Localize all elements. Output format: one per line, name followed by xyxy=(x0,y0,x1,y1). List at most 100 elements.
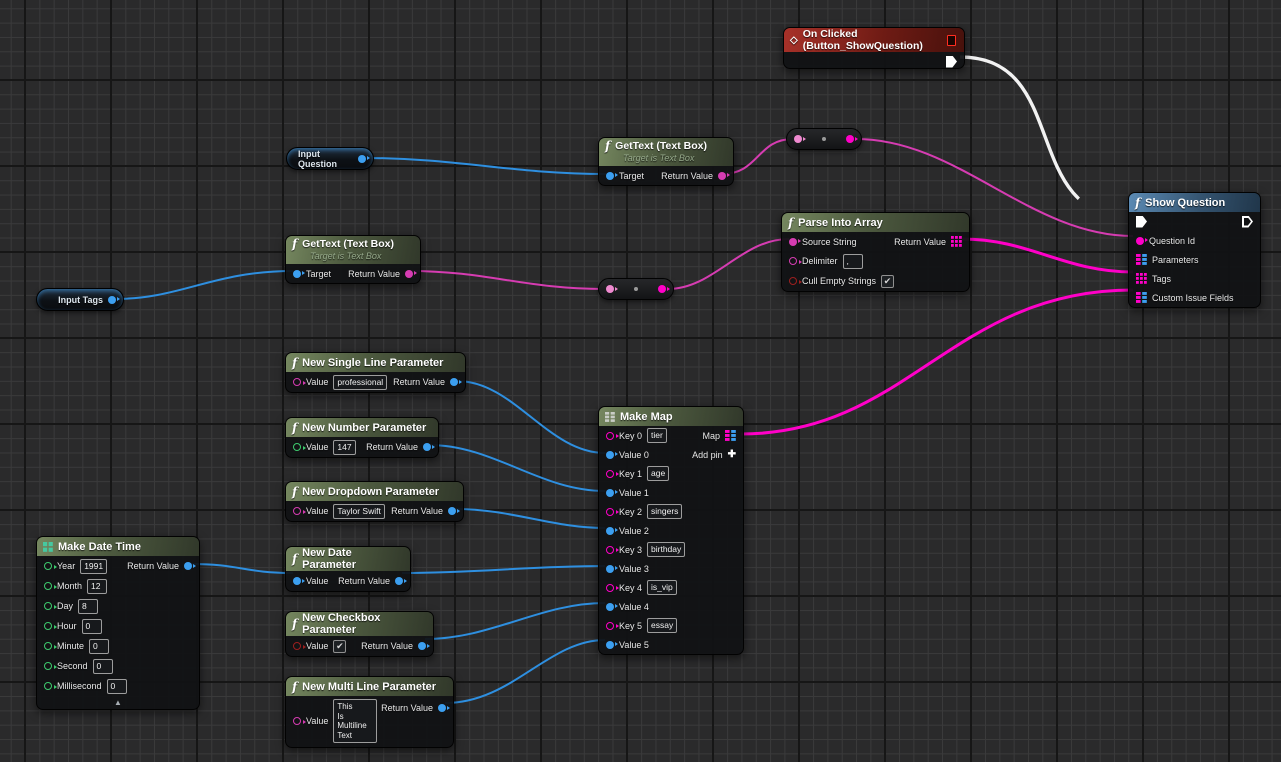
delegate-pin[interactable] xyxy=(947,35,956,46)
variable-output-pin[interactable] xyxy=(108,296,116,304)
cull-empty-strings-pin[interactable] xyxy=(789,277,797,285)
node-show-question[interactable]: f Show Question Question Id Parameters T… xyxy=(1128,192,1261,308)
hour-pin[interactable] xyxy=(44,622,52,630)
year-input[interactable]: 1991 xyxy=(80,559,107,574)
minute-pin[interactable] xyxy=(44,642,52,650)
value-pin[interactable] xyxy=(293,443,301,451)
value-input[interactable]: Taylor Swift xyxy=(333,504,384,519)
reroute-input-pin[interactable] xyxy=(606,285,614,293)
add-pin-button[interactable]: Add pin✚ xyxy=(692,450,736,460)
key-5-pin[interactable] xyxy=(606,622,614,630)
delimiter-value-input[interactable]: , xyxy=(843,254,863,269)
return-value-pin[interactable] xyxy=(438,704,446,712)
key-1-pin[interactable] xyxy=(606,470,614,478)
value-3-pin[interactable] xyxy=(606,565,614,573)
reroute-output-pin[interactable] xyxy=(658,285,666,293)
value-5-pin[interactable] xyxy=(606,641,614,649)
value-multiline-input[interactable]: This Is Multiline Text xyxy=(333,699,377,743)
source-string-pin[interactable] xyxy=(789,238,797,246)
variable-input-tags[interactable]: Input Tags xyxy=(36,288,124,311)
node-parse-into-array[interactable]: f Parse Into Array Source String Return … xyxy=(781,212,970,292)
pin-label: Return Value xyxy=(348,269,400,279)
value-pin[interactable] xyxy=(293,717,301,725)
return-value-pin[interactable] xyxy=(423,443,431,451)
value-input[interactable]: 147 xyxy=(333,440,355,455)
pin-label: Key 5 xyxy=(619,621,642,631)
pin-label: Return Value xyxy=(338,576,390,586)
node-new-date-parameter[interactable]: f New Date Parameter Value Return Value xyxy=(285,546,411,592)
value-checkbox[interactable] xyxy=(333,640,346,653)
reroute-output-pin[interactable] xyxy=(846,135,854,143)
second-input[interactable]: 0 xyxy=(93,659,113,674)
return-value-pin[interactable] xyxy=(450,378,458,386)
map-pin-icon[interactable] xyxy=(1136,254,1147,265)
value-pin[interactable] xyxy=(293,507,301,515)
reroute-input-pin[interactable] xyxy=(794,135,802,143)
node-gettext-b[interactable]: f GetText (Text Box) Target is Text Box … xyxy=(285,235,421,284)
variable-output-pin[interactable] xyxy=(358,155,366,163)
year-pin[interactable] xyxy=(44,562,52,570)
exec-input-pin[interactable] xyxy=(1136,216,1147,228)
value-2-pin[interactable] xyxy=(606,527,614,535)
delimiter-pin[interactable] xyxy=(789,257,797,265)
cull-empty-strings-checkbox[interactable] xyxy=(881,275,894,288)
node-new-multi-line-parameter[interactable]: f New Multi Line Parameter Value This Is… xyxy=(285,676,454,748)
collapse-arrow-icon[interactable]: ▲ xyxy=(114,699,122,707)
variable-input-question[interactable]: Input Question xyxy=(286,147,374,170)
array-pin-icon[interactable] xyxy=(951,236,962,247)
question-id-pin[interactable] xyxy=(1136,237,1144,245)
day-pin[interactable] xyxy=(44,602,52,610)
node-new-single-line-parameter[interactable]: f New Single Line Parameter Value profes… xyxy=(285,352,466,393)
value-input[interactable]: professional xyxy=(333,375,387,390)
millisecond-pin[interactable] xyxy=(44,682,52,690)
node-title: New Date Parameter xyxy=(302,547,402,571)
blueprint-graph-canvas[interactable]: ◇ On Clicked (Button_ShowQuestion) f Get… xyxy=(0,0,1281,762)
event-diamond-icon: ◇ xyxy=(790,35,798,46)
key-2-pin[interactable] xyxy=(606,508,614,516)
return-value-pin[interactable] xyxy=(395,577,403,585)
millisecond-input[interactable]: 0 xyxy=(107,679,127,694)
value-1-pin[interactable] xyxy=(606,489,614,497)
return-value-pin[interactable] xyxy=(405,270,413,278)
key-0-pin[interactable] xyxy=(606,432,614,440)
node-new-checkbox-parameter[interactable]: f New Checkbox Parameter Value Return Va… xyxy=(285,611,434,657)
reroute-node-a[interactable] xyxy=(786,128,862,150)
return-value-pin[interactable] xyxy=(418,642,426,650)
node-make-map[interactable]: Make Map Key 0 tier Map Value 0 Add pin✚… xyxy=(598,406,744,655)
value-pin[interactable] xyxy=(293,642,301,650)
node-on-clicked-event[interactable]: ◇ On Clicked (Button_ShowQuestion) xyxy=(783,27,965,69)
exec-output-pin[interactable] xyxy=(1242,216,1253,228)
key-3-pin[interactable] xyxy=(606,546,614,554)
second-pin[interactable] xyxy=(44,662,52,670)
minute-input[interactable]: 0 xyxy=(89,639,109,654)
month-input[interactable]: 12 xyxy=(87,579,107,594)
return-value-pin[interactable] xyxy=(184,562,192,570)
exec-output-pin[interactable] xyxy=(946,56,957,68)
value-pin[interactable] xyxy=(293,378,301,386)
array-pin-icon[interactable] xyxy=(1136,273,1147,284)
target-pin[interactable] xyxy=(293,270,301,278)
node-new-dropdown-parameter[interactable]: f New Dropdown Parameter Value Taylor Sw… xyxy=(285,481,464,522)
key-0-input[interactable]: tier xyxy=(647,428,667,443)
hour-input[interactable]: 0 xyxy=(82,619,102,634)
key-5-input[interactable]: essay xyxy=(647,618,677,633)
key-2-input[interactable]: singers xyxy=(647,504,682,519)
reroute-node-b[interactable] xyxy=(598,278,674,300)
value-pin[interactable] xyxy=(293,577,301,585)
value-0-pin[interactable] xyxy=(606,451,614,459)
target-pin[interactable] xyxy=(606,172,614,180)
key-1-input[interactable]: age xyxy=(647,466,669,481)
map-pin-icon[interactable] xyxy=(1136,292,1147,303)
node-gettext-a[interactable]: f GetText (Text Box) Target is Text Box … xyxy=(598,137,734,186)
key-3-input[interactable]: birthday xyxy=(647,542,685,557)
node-make-date-time[interactable]: Make Date Time Year 1991 Return Value Mo… xyxy=(36,536,200,710)
key-4-input[interactable]: is_vip xyxy=(647,580,677,595)
return-value-pin[interactable] xyxy=(448,507,456,515)
return-value-pin[interactable] xyxy=(718,172,726,180)
node-new-number-parameter[interactable]: f New Number Parameter Value 147 Return … xyxy=(285,417,439,458)
value-4-pin[interactable] xyxy=(606,603,614,611)
month-pin[interactable] xyxy=(44,582,52,590)
key-4-pin[interactable] xyxy=(606,584,614,592)
map-output-pin-icon[interactable] xyxy=(725,430,736,441)
day-input[interactable]: 8 xyxy=(78,599,98,614)
